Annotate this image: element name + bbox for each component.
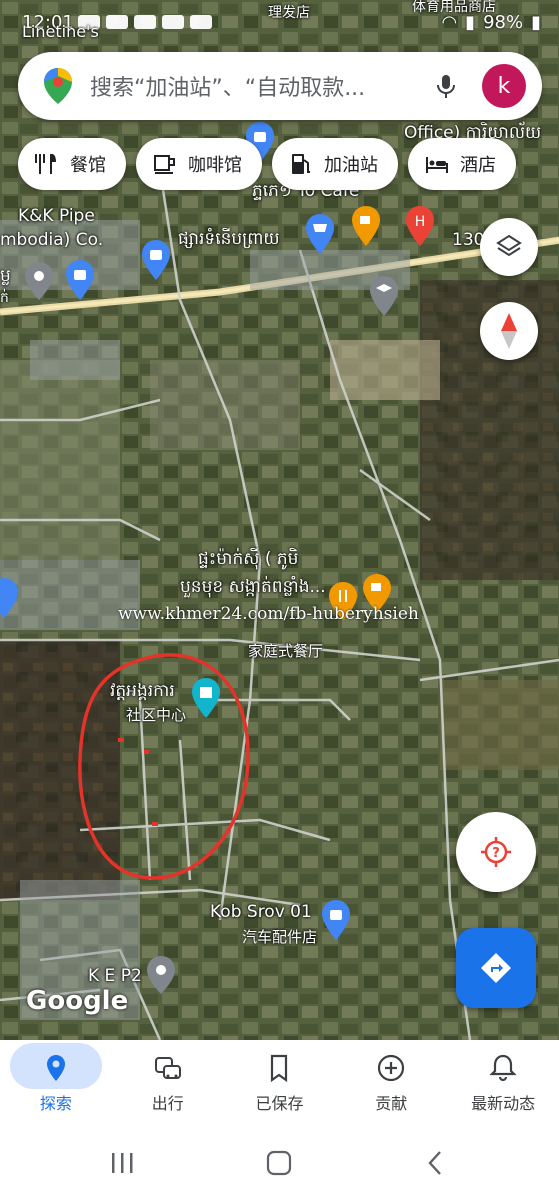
location-pin-icon xyxy=(46,1055,65,1081)
nav-explore[interactable]: 探索 xyxy=(0,1040,112,1126)
map-label-house-2: បួនមុខ សង្កាត់ពន្លាំង... xyxy=(180,577,326,597)
top-map-label-barber: 理发店 xyxy=(268,5,310,21)
chip-label: 加油站 xyxy=(324,155,378,176)
microphone-icon[interactable] xyxy=(432,72,460,100)
notification-icon xyxy=(106,15,128,29)
back-icon[interactable] xyxy=(426,1150,444,1176)
svg-text:H: H xyxy=(415,214,426,230)
map-pin-grey-icon[interactable] xyxy=(146,956,176,994)
nav-label: 探索 xyxy=(39,1094,72,1113)
my-location-button[interactable]: ? xyxy=(456,812,536,892)
chip-label: 咖啡馆 xyxy=(188,155,242,176)
nav-label: 已保存 xyxy=(255,1094,304,1113)
chip-cafes[interactable]: 咖啡馆 xyxy=(136,138,262,190)
battery-icon: ▮ xyxy=(531,12,541,33)
google-logo: Google xyxy=(26,986,129,1016)
shopping-bag-icon[interactable] xyxy=(140,240,172,280)
layers-icon xyxy=(496,234,522,257)
cafe-icon xyxy=(154,155,175,174)
nav-commute[interactable]: 出行 xyxy=(112,1040,224,1126)
my-location-icon: ? xyxy=(481,837,511,867)
map-label-khmer-left-2: ក់ xyxy=(0,290,9,306)
compass-button[interactable] xyxy=(480,302,538,360)
community-center-pin-icon[interactable] xyxy=(190,678,222,718)
category-chips: 餐馆 咖啡馆 加油站 酒店 xyxy=(18,138,516,190)
cafe-pin-icon[interactable] xyxy=(350,206,382,246)
recent-apps-icon[interactable] xyxy=(110,1152,136,1174)
school-pin-icon[interactable] xyxy=(368,276,400,316)
nav-updates[interactable]: 最新动态 xyxy=(447,1040,559,1126)
watermark: www.khmer24.com/fb-huberyhsieh xyxy=(118,604,419,624)
bottom-navigation: 探索 出行 已保存 贡献 最新动态 xyxy=(0,1040,559,1126)
account-avatar[interactable]: k xyxy=(482,64,526,108)
svg-text:?: ? xyxy=(492,846,500,861)
notification-icon xyxy=(134,15,156,29)
nav-label: 最新动态 xyxy=(471,1094,536,1113)
notification-icon xyxy=(190,15,212,29)
map-label-kk-pipe: K&K Pipe xyxy=(18,206,95,226)
status-bar: 12:01 理发店 体育用品商店 Linetine's ◠ ▮ 98% ▮ xyxy=(0,0,559,41)
top-map-label-sports: 体育用品商店 xyxy=(412,0,496,15)
compass-icon xyxy=(501,313,517,349)
chip-restaurants[interactable]: 餐馆 xyxy=(18,138,126,190)
chip-hotels[interactable]: 酒店 xyxy=(408,138,516,190)
nav-label: 贡献 xyxy=(375,1094,408,1113)
map-label-family-restaurant: 家庭式餐厅 xyxy=(248,642,324,660)
nav-contribute[interactable]: 贡献 xyxy=(335,1040,447,1126)
home-icon[interactable] xyxy=(266,1150,292,1176)
map-label-kep2: K E P2 xyxy=(88,966,142,986)
chip-gas-stations[interactable]: 加油站 xyxy=(272,138,398,190)
top-map-label-linetines: Linetine's xyxy=(22,22,99,41)
commute-icon xyxy=(154,1057,181,1079)
shopping-cart-icon[interactable] xyxy=(304,214,336,254)
nav-label: 出行 xyxy=(151,1094,184,1113)
map-label-community-khmer: វត្តអង្គរការ xyxy=(110,681,175,701)
hotel-icon xyxy=(426,157,448,173)
google-maps-pin-icon xyxy=(44,68,72,104)
map-label-house-1: ផ្ទះម៉ាក់ស៊ី ( ភូមិ xyxy=(198,549,299,569)
shopping-bag-icon[interactable] xyxy=(320,900,352,940)
map-label-community-center: 社区中心 xyxy=(126,706,187,724)
bookmark-icon xyxy=(271,1054,288,1083)
chip-label: 餐馆 xyxy=(70,155,106,176)
restaurant-icon xyxy=(35,154,56,174)
notification-icon xyxy=(162,15,184,29)
map-label-khmer-store: ផ្សារទំនើបព្រាយ xyxy=(178,229,280,249)
layers-button[interactable] xyxy=(480,218,538,276)
search-bar[interactable]: 搜索“加油站”、“自动取款... k xyxy=(18,52,542,120)
map-label-kob-srov: Kob Srov 01 xyxy=(210,902,312,922)
map-label-auto-parts: 汽车配件店 xyxy=(242,928,318,946)
chip-label: 酒店 xyxy=(460,155,496,176)
directions-button[interactable] xyxy=(456,928,536,1008)
map-pin-grey-icon[interactable] xyxy=(24,262,54,300)
directions-icon xyxy=(481,953,511,983)
search-input[interactable]: 搜索“加油站”、“自动取款... xyxy=(90,70,432,102)
map-label-kk-pipe-2: mbodia) Co. xyxy=(0,230,104,250)
add-circle-icon xyxy=(378,1054,405,1082)
bell-icon xyxy=(489,1054,517,1082)
gas-station-icon xyxy=(292,154,310,174)
nav-saved[interactable]: 已保存 xyxy=(224,1040,336,1126)
map-label-khmer-left: ម្ល xyxy=(0,266,11,286)
system-navigation-bar xyxy=(0,1126,559,1200)
shopping-bag-icon[interactable] xyxy=(64,260,96,300)
hotel-pin-icon[interactable]: H xyxy=(404,206,436,246)
shopping-bag-icon[interactable] xyxy=(0,578,20,618)
